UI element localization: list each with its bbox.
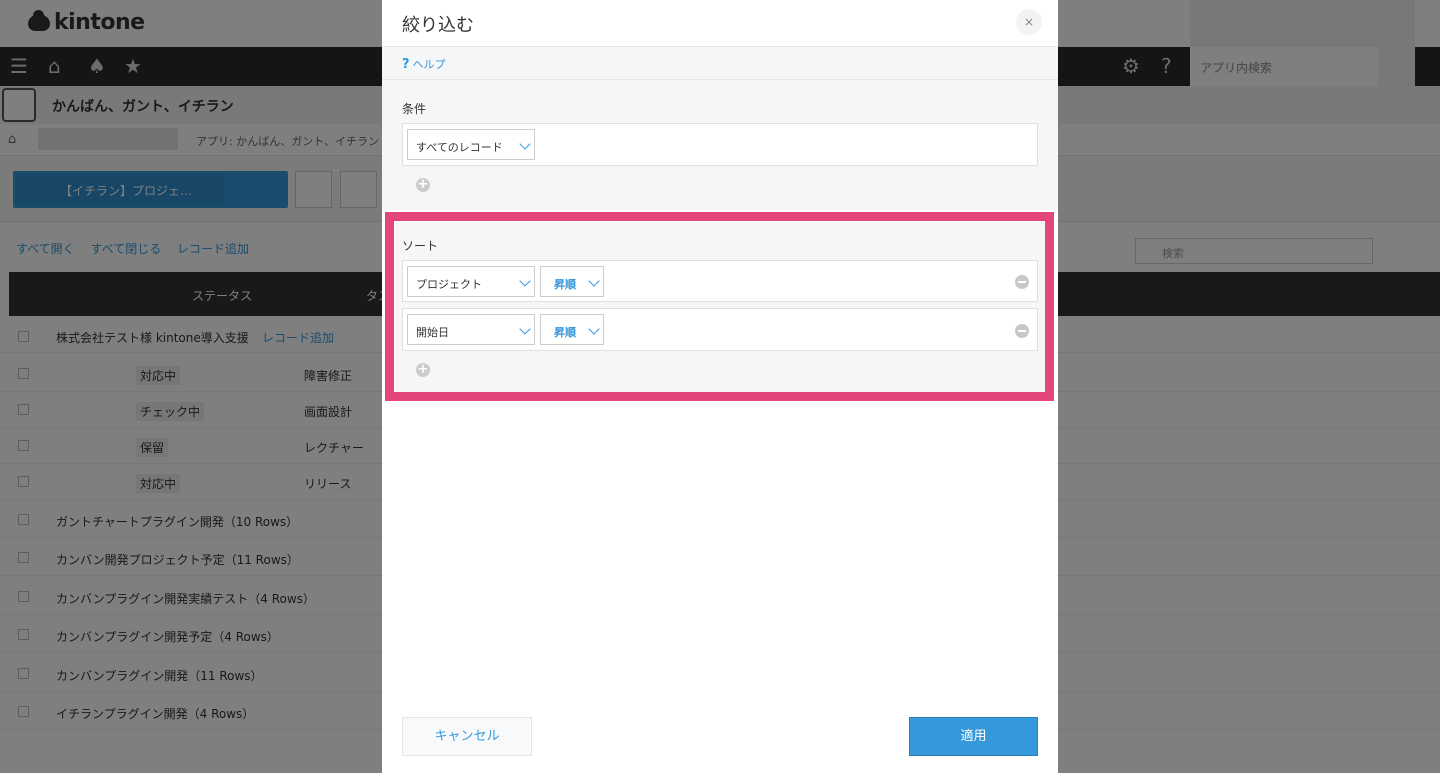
apply-button[interactable]: 適用 xyxy=(909,717,1038,756)
help-link[interactable]: ? ヘルプ xyxy=(402,56,446,72)
condition-row: すべてのレコード xyxy=(402,123,1038,166)
question-icon: ? xyxy=(402,57,410,72)
help-label: ヘルプ xyxy=(412,58,446,71)
condition-select[interactable]: すべてのレコード xyxy=(407,129,535,160)
close-icon[interactable]: × xyxy=(1016,9,1042,35)
condition-label: 条件 xyxy=(402,102,427,116)
help-bar: ? ヘルプ xyxy=(382,47,1058,80)
add-condition-icon[interactable]: + xyxy=(416,178,430,192)
dialog-header: 絞り込む × xyxy=(382,0,1058,47)
condition-section: 条件 すべてのレコード + xyxy=(382,80,1058,210)
condition-select-value: すべてのレコード xyxy=(416,141,503,154)
cancel-button[interactable]: キャンセル xyxy=(402,717,532,756)
dialog-title: 絞り込む xyxy=(402,15,474,36)
chevron-down-icon xyxy=(519,138,531,150)
highlight-frame xyxy=(385,212,1054,401)
